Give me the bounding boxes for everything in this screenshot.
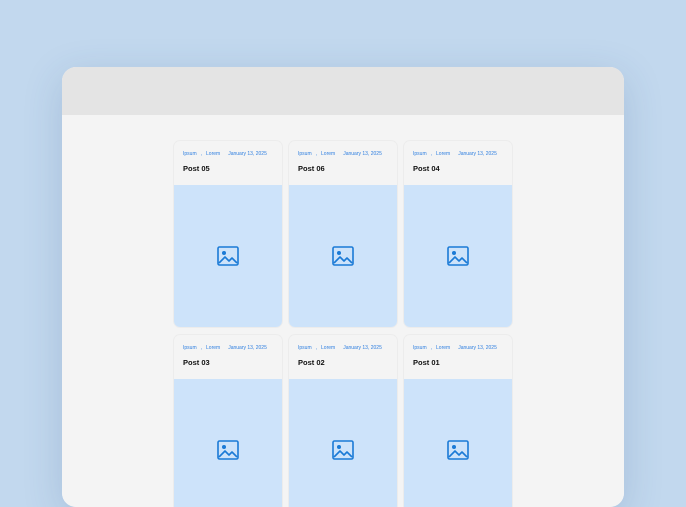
image-icon xyxy=(447,246,469,266)
post-date: January 13, 2025 xyxy=(458,151,497,157)
post-card-header: Ipsum , Lorem January 13, 2025 Post 02 xyxy=(289,335,397,379)
post-thumbnail[interactable] xyxy=(174,379,282,507)
post-title[interactable]: Post 04 xyxy=(413,164,503,173)
tag-separator: , xyxy=(200,345,203,351)
post-meta: Ipsum , Lorem January 13, 2025 xyxy=(413,151,503,157)
post-card[interactable]: Ipsum , Lorem January 13, 2025 Post 01 xyxy=(404,335,512,507)
post-card-header: Ipsum , Lorem January 13, 2025 Post 01 xyxy=(404,335,512,379)
tag-separator: , xyxy=(315,151,318,157)
post-date: January 13, 2025 xyxy=(228,345,267,351)
post-card-header: Ipsum , Lorem January 13, 2025 Post 05 xyxy=(174,141,282,185)
post-tag[interactable]: Lorem xyxy=(321,151,335,157)
post-thumbnail[interactable] xyxy=(289,379,397,507)
post-tag[interactable]: Lorem xyxy=(321,345,335,351)
tag-separator: , xyxy=(430,345,433,351)
image-icon xyxy=(332,440,354,460)
post-tag[interactable]: Ipsum xyxy=(183,151,197,157)
image-icon xyxy=(332,246,354,266)
post-card[interactable]: Ipsum , Lorem January 13, 2025 Post 06 xyxy=(289,141,397,327)
image-icon xyxy=(217,246,239,266)
post-tag[interactable]: Lorem xyxy=(436,345,450,351)
post-card[interactable]: Ipsum , Lorem January 13, 2025 Post 03 xyxy=(174,335,282,507)
post-meta: Ipsum , Lorem January 13, 2025 xyxy=(183,345,273,351)
tag-separator: , xyxy=(430,151,433,157)
post-thumbnail[interactable] xyxy=(404,185,512,327)
tag-separator: , xyxy=(315,345,318,351)
post-thumbnail[interactable] xyxy=(174,185,282,327)
tag-separator: , xyxy=(200,151,203,157)
post-card-header: Ipsum , Lorem January 13, 2025 Post 06 xyxy=(289,141,397,185)
browser-window: Ipsum , Lorem January 13, 2025 Post 05 I… xyxy=(62,67,624,507)
post-title[interactable]: Post 05 xyxy=(183,164,273,173)
post-date: January 13, 2025 xyxy=(343,151,382,157)
post-thumbnail[interactable] xyxy=(404,379,512,507)
post-grid: Ipsum , Lorem January 13, 2025 Post 05 I… xyxy=(174,141,512,507)
post-tag[interactable]: Ipsum xyxy=(413,151,427,157)
post-card-header: Ipsum , Lorem January 13, 2025 Post 04 xyxy=(404,141,512,185)
post-meta: Ipsum , Lorem January 13, 2025 xyxy=(413,345,503,351)
post-tag[interactable]: Lorem xyxy=(206,345,220,351)
post-meta: Ipsum , Lorem January 13, 2025 xyxy=(298,345,388,351)
post-tag[interactable]: Ipsum xyxy=(413,345,427,351)
window-titlebar xyxy=(62,67,624,115)
post-title[interactable]: Post 02 xyxy=(298,358,388,367)
post-date: January 13, 2025 xyxy=(228,151,267,157)
post-card[interactable]: Ipsum , Lorem January 13, 2025 Post 04 xyxy=(404,141,512,327)
post-tag[interactable]: Lorem xyxy=(436,151,450,157)
post-tag[interactable]: Lorem xyxy=(206,151,220,157)
post-thumbnail[interactable] xyxy=(289,185,397,327)
post-title[interactable]: Post 03 xyxy=(183,358,273,367)
image-icon xyxy=(217,440,239,460)
post-date: January 13, 2025 xyxy=(458,345,497,351)
post-tag[interactable]: Ipsum xyxy=(183,345,197,351)
post-meta: Ipsum , Lorem January 13, 2025 xyxy=(298,151,388,157)
post-title[interactable]: Post 06 xyxy=(298,164,388,173)
post-meta: Ipsum , Lorem January 13, 2025 xyxy=(183,151,273,157)
post-title[interactable]: Post 01 xyxy=(413,358,503,367)
post-card[interactable]: Ipsum , Lorem January 13, 2025 Post 02 xyxy=(289,335,397,507)
post-tag[interactable]: Ipsum xyxy=(298,151,312,157)
post-card[interactable]: Ipsum , Lorem January 13, 2025 Post 05 xyxy=(174,141,282,327)
post-tag[interactable]: Ipsum xyxy=(298,345,312,351)
post-date: January 13, 2025 xyxy=(343,345,382,351)
post-card-header: Ipsum , Lorem January 13, 2025 Post 03 xyxy=(174,335,282,379)
page-content: Ipsum , Lorem January 13, 2025 Post 05 I… xyxy=(62,115,624,507)
image-icon xyxy=(447,440,469,460)
